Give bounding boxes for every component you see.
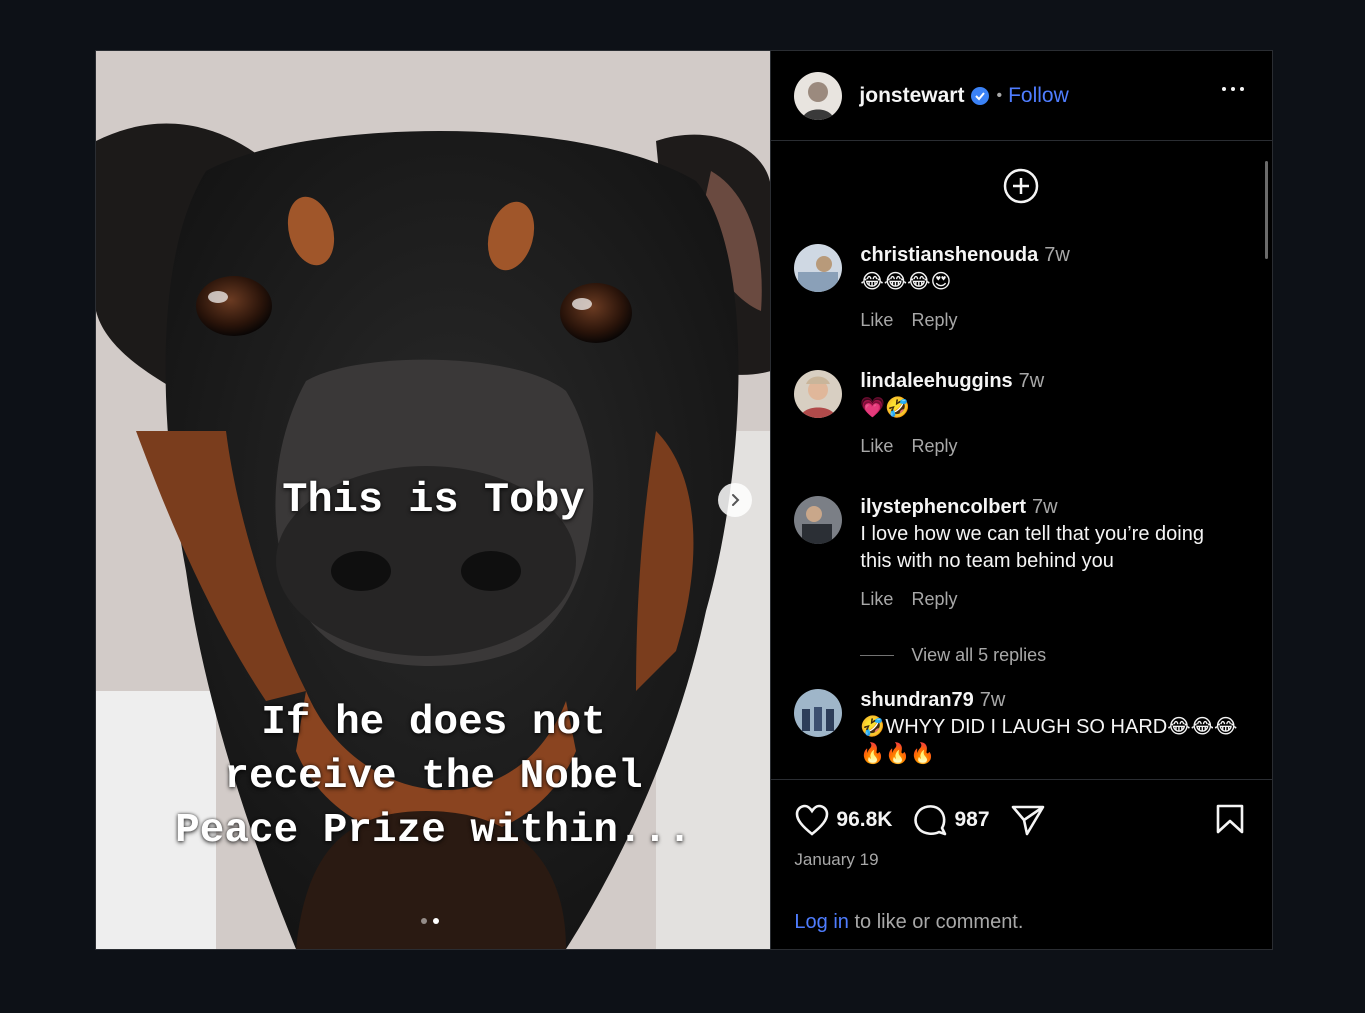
post-date: January 19 [794, 850, 879, 869]
comment-time: 7w [1044, 244, 1070, 266]
carousel-dot[interactable] [421, 918, 427, 924]
comment-time: 7w [1018, 370, 1045, 392]
overlay-caption-line: Peace Prize within... [175, 808, 692, 854]
reply-button[interactable]: Reply [911, 436, 957, 457]
likes-count[interactable]: 96.8K [836, 808, 892, 832]
avatar[interactable] [794, 496, 843, 544]
comments-count[interactable]: 987 [954, 808, 989, 832]
comment-time: 7w [979, 689, 1006, 711]
add-icon[interactable] [1003, 168, 1039, 204]
comment-text: 💗🤣 [860, 397, 911, 419]
avatar[interactable] [794, 244, 843, 292]
overlay-caption: If he does not receive the Nobel Peace P… [96, 696, 770, 858]
divider [860, 655, 895, 656]
post-actions: 96.8K 987 January 19 Log in to like or c… [771, 779, 1272, 949]
next-slide-button[interactable] [718, 483, 752, 517]
like-button[interactable]: Like [860, 310, 893, 331]
avatar[interactable] [794, 689, 843, 737]
like-button[interactable]: Like [860, 589, 893, 610]
chevron-right-icon [732, 494, 740, 506]
post-header: jonstewart • Follow [771, 51, 1272, 141]
overlay-caption-line: If he does not [261, 700, 606, 746]
comment-icon[interactable] [912, 802, 948, 838]
reply-button[interactable]: Reply [911, 589, 957, 610]
comment-text: I love how we can tell that you’re doing… [860, 523, 1204, 572]
login-link[interactable]: Log in [794, 911, 849, 933]
overlay-caption-line: receive the Nobel [224, 754, 643, 800]
separator: • [996, 86, 1003, 104]
overlay-title: This is Toby [282, 476, 585, 524]
comments-list: christianshenouda 7w 😂😂😂😍 Like Reply linda… [771, 141, 1272, 779]
post-sidebar: jonstewart • Follow christianshenouda 7w… [770, 51, 1272, 949]
avatar[interactable] [794, 71, 843, 120]
more-icon[interactable] [1222, 87, 1244, 91]
carousel-dots [421, 918, 439, 924]
carousel-dot-active[interactable] [433, 918, 439, 924]
post-media[interactable]: This is Toby If he does not receive the … [96, 51, 771, 949]
login-prompt: Log in to like or comment. [794, 911, 1023, 934]
post-username[interactable]: jonstewart [859, 84, 964, 108]
heart-icon[interactable] [794, 803, 830, 837]
avatar[interactable] [794, 370, 843, 418]
share-icon[interactable] [1010, 803, 1046, 837]
login-prompt-text: to like or comment. [848, 911, 1024, 933]
comment-time: 7w [1032, 496, 1058, 518]
comment-username[interactable]: lindaleehuggins [860, 370, 1012, 392]
verified-icon [971, 86, 990, 105]
comment-username[interactable]: christianshenouda [860, 244, 1038, 266]
comment-username[interactable]: shundran79 [860, 689, 973, 711]
view-replies-button[interactable]: View all 5 replies [860, 645, 1046, 666]
comment-text: 🤣WHYY DID I LAUGH SO HARD😂😂😂🔥🔥🔥 [860, 716, 1238, 765]
follow-button[interactable]: Follow [1008, 84, 1069, 108]
comment-username[interactable]: ilystephencolbert [860, 496, 1026, 518]
reply-button[interactable]: Reply [911, 310, 957, 331]
scrollbar[interactable] [1265, 161, 1268, 259]
comment-text: 😂😂😂😍 [860, 271, 952, 293]
like-button[interactable]: Like [860, 436, 893, 457]
post-card: This is Toby If he does not receive the … [95, 50, 1273, 950]
view-replies-label: View all 5 replies [911, 645, 1047, 665]
bookmark-icon[interactable] [1215, 803, 1245, 835]
